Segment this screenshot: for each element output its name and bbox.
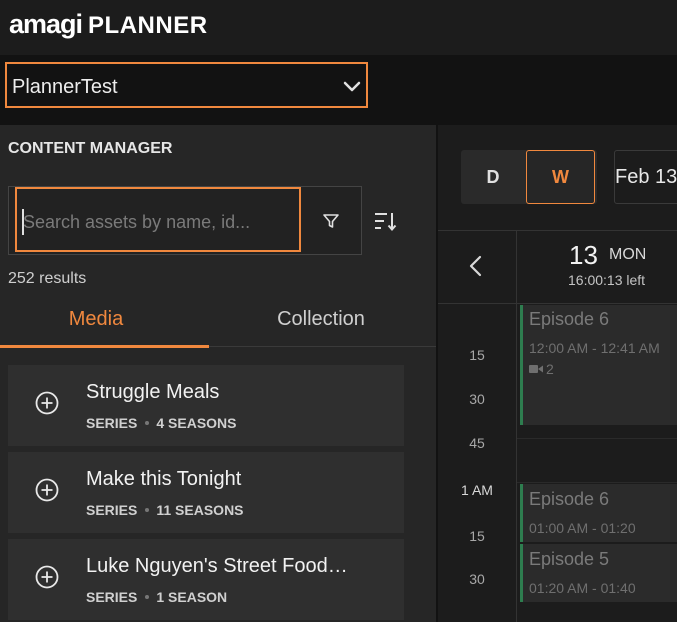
- tab-media[interactable]: Media: [21, 308, 171, 331]
- list-item[interactable]: [8, 365, 404, 446]
- event-title: Episode 6: [529, 309, 610, 329]
- separator-dot: [145, 507, 150, 512]
- grid-line: [517, 482, 677, 483]
- event-count: 2: [546, 361, 554, 377]
- app-logo[interactable]: amagi PLANNER: [9, 9, 208, 40]
- list-item[interactable]: [8, 452, 404, 533]
- item-type: SERIES: [86, 415, 138, 431]
- calendar-header-bottom: [438, 303, 677, 304]
- time-tick: 15: [469, 528, 485, 544]
- results-count: 252 results: [8, 270, 87, 287]
- item-seasons: 11 SEASONS: [156, 502, 244, 518]
- separator-dot: [145, 594, 150, 599]
- item-meta: SERIES 1 SEASON: [86, 589, 227, 605]
- item-title: Struggle Meals: [86, 381, 220, 403]
- brand-name: amagi: [9, 9, 83, 39]
- time-tick: 30: [469, 571, 485, 587]
- time-column-divider: [516, 231, 517, 622]
- tab-divider: [209, 346, 436, 347]
- date-label: Feb 13: [615, 166, 677, 188]
- tab-collection[interactable]: Collection: [246, 308, 396, 331]
- sort-icon[interactable]: [373, 210, 397, 232]
- item-seasons: 4 SEASONS: [156, 415, 237, 431]
- item-type: SERIES: [86, 589, 138, 605]
- item-title: Luke Nguyen's Street Food…: [86, 555, 348, 577]
- event-time: 01:00 AM - 01:20: [529, 520, 636, 536]
- day-name: MON: [609, 246, 647, 263]
- time-tick: 15: [469, 347, 485, 363]
- chevron-left-icon[interactable]: [466, 254, 486, 278]
- filter-icon[interactable]: [322, 212, 340, 230]
- calendar-header-divider: [438, 230, 677, 231]
- event-title: Episode 5: [529, 549, 610, 569]
- chevron-down-icon[interactable]: [342, 80, 362, 94]
- add-circle-icon[interactable]: [35, 565, 59, 589]
- event-time: 01:20 AM - 01:40: [529, 580, 636, 596]
- event-title: Episode 6: [529, 489, 610, 509]
- item-type: SERIES: [86, 502, 138, 518]
- add-circle-icon[interactable]: [35, 478, 59, 502]
- item-seasons: 1 SEASON: [156, 589, 228, 605]
- grid-line: [517, 438, 677, 439]
- video-camera-icon: [529, 365, 543, 373]
- list-item[interactable]: [8, 539, 404, 620]
- day-remaining: 16:00:13 left: [568, 272, 646, 288]
- time-tick: 45: [469, 435, 485, 451]
- day-number: 13: [569, 240, 598, 270]
- week-view-button[interactable]: W: [526, 150, 595, 204]
- event-time: 12:00 AM - 12:41 AM: [529, 340, 660, 356]
- add-circle-icon[interactable]: [35, 391, 59, 415]
- time-tick: 1 AM: [461, 482, 493, 498]
- day-view-button[interactable]: D: [461, 150, 525, 204]
- item-title: Make this Tonight: [86, 468, 242, 490]
- item-meta: SERIES 4 SEASONS: [86, 415, 237, 431]
- channel-selector-value: PlannerTest: [12, 76, 118, 98]
- separator-dot: [145, 420, 150, 425]
- search-placeholder: Search assets by name, id...: [23, 212, 251, 232]
- panel-title: CONTENT MANAGER: [8, 140, 173, 157]
- product-name: PLANNER: [88, 12, 208, 39]
- active-tab-indicator: [0, 345, 209, 348]
- item-meta: SERIES 11 SEASONS: [86, 502, 244, 518]
- time-tick: 30: [469, 391, 485, 407]
